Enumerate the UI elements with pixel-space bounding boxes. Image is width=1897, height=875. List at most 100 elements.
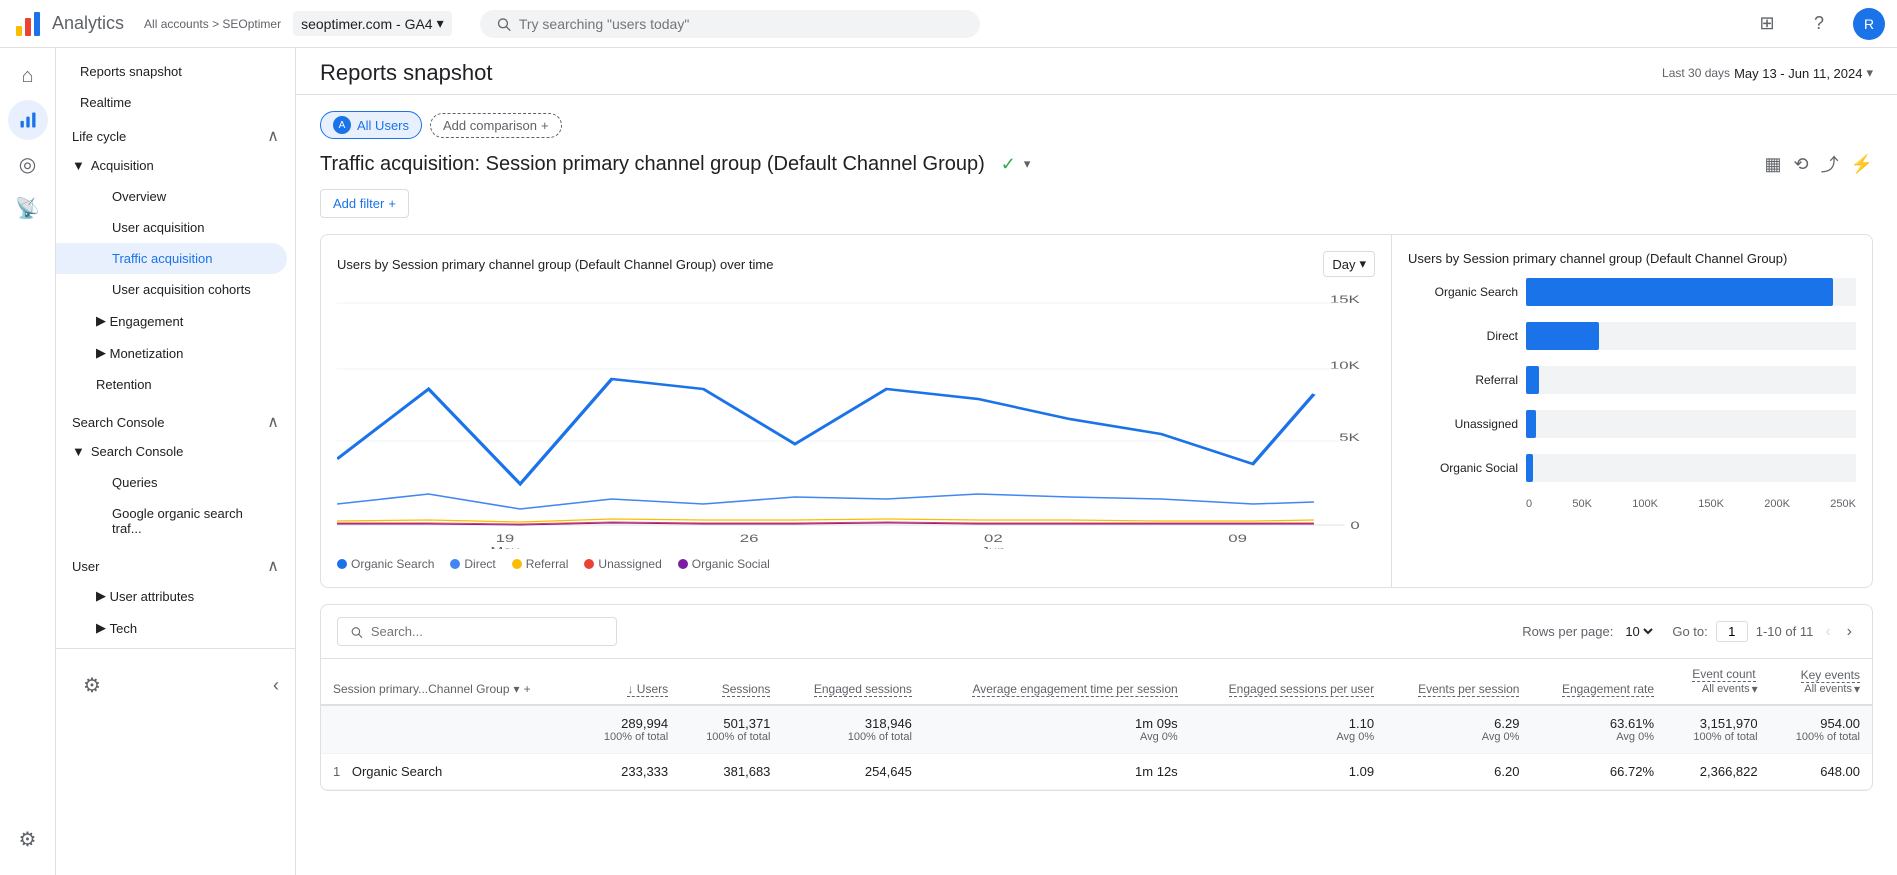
help-icon[interactable]: ? bbox=[1801, 6, 1837, 42]
expand-icon2: ▶ bbox=[96, 345, 106, 361]
key-events-dropdown[interactable]: ▾ bbox=[1854, 682, 1860, 696]
col-events-per-session[interactable]: Events per session bbox=[1386, 659, 1531, 705]
col-key-events[interactable]: Key events All events ▾ bbox=[1770, 659, 1872, 705]
sidebar-user-acquisition[interactable]: User acquisition bbox=[56, 212, 287, 243]
nav-admin-btn[interactable]: ⚙ bbox=[8, 819, 48, 859]
more-icon[interactable]: ⚡ bbox=[1851, 154, 1873, 175]
col-engagement-rate[interactable]: Engagement rate bbox=[1531, 659, 1666, 705]
sidebar-reports-snapshot[interactable]: Reports snapshot bbox=[56, 56, 287, 87]
bar-chart-icon bbox=[18, 110, 38, 130]
sidebar-queries[interactable]: Queries bbox=[56, 467, 287, 498]
rows-per-page-select[interactable]: 10 25 50 bbox=[1621, 623, 1656, 640]
svg-text:19: 19 bbox=[496, 533, 515, 545]
col-users[interactable]: ↓ Users bbox=[578, 659, 680, 705]
col-avg-engagement[interactable]: Average engagement time per session bbox=[924, 659, 1190, 705]
total-users: 289,994 100% of total bbox=[578, 705, 680, 754]
svg-text:Jun: Jun bbox=[981, 545, 1006, 549]
sc-collapse-dot: ▼ bbox=[72, 444, 85, 459]
nav-explore-btn[interactable]: ◎ bbox=[8, 144, 48, 184]
row-1-avg-engagement: 1m 12s bbox=[924, 754, 1190, 790]
nav-advertising-btn[interactable]: 📡 bbox=[8, 188, 48, 228]
table-search-input[interactable] bbox=[371, 624, 604, 639]
search-icon bbox=[496, 16, 511, 32]
line-chart-section: Users by Session primary channel group (… bbox=[321, 235, 1392, 587]
col-engaged-per-user[interactable]: Engaged sessions per user bbox=[1190, 659, 1386, 705]
sidebar: Reports snapshot Realtime Life cycle ∧ ▼… bbox=[56, 48, 296, 875]
property-selector[interactable]: seoptimer.com - GA4 ▾ bbox=[293, 11, 452, 36]
search-input[interactable] bbox=[519, 16, 964, 32]
col-engaged-sessions[interactable]: Engaged sessions bbox=[782, 659, 924, 705]
bar-label-1: Direct bbox=[1408, 329, 1518, 343]
sidebar-engagement[interactable]: ▶ Engagement bbox=[56, 305, 287, 337]
content-area: A All Users Add comparison + Traffic acq… bbox=[296, 95, 1897, 807]
chart-type-icon[interactable]: ▦ bbox=[1764, 154, 1781, 175]
all-users-chip[interactable]: A All Users bbox=[320, 111, 422, 139]
data-table-inner: Session primary...Channel Group ▾ + ↓ Us… bbox=[321, 659, 1872, 790]
filter-bar: Add filter + bbox=[320, 189, 1873, 218]
row-1-sessions: 381,683 bbox=[680, 754, 782, 790]
row-1-key-events: 648.00 bbox=[1770, 754, 1872, 790]
legend-direct: Direct bbox=[450, 557, 495, 571]
sidebar-google-organic[interactable]: Google organic search traf... bbox=[56, 498, 287, 544]
row-1-engagement-rate: 66.72% bbox=[1531, 754, 1666, 790]
prev-page-btn[interactable]: ‹ bbox=[1821, 619, 1834, 645]
bar-label-4: Organic Social bbox=[1408, 461, 1518, 475]
event-count-dropdown[interactable]: ▾ bbox=[1752, 682, 1758, 696]
bar-track-3 bbox=[1526, 410, 1856, 438]
sidebar-overview[interactable]: Overview bbox=[56, 181, 287, 212]
sidebar-user-attributes[interactable]: ▶ User attributes bbox=[56, 580, 287, 612]
sidebar-cohorts[interactable]: User acquisition cohorts bbox=[56, 274, 287, 305]
col-channel[interactable]: Session primary...Channel Group ▾ + bbox=[321, 659, 578, 705]
add-comparison-btn[interactable]: Add comparison + bbox=[430, 113, 562, 138]
user-section-header[interactable]: User ∧ bbox=[56, 548, 295, 580]
pagination: Go to: 1-10 of 11 ‹ › bbox=[1672, 619, 1856, 645]
bar-row-2: Referral bbox=[1408, 366, 1856, 394]
avatar[interactable]: R bbox=[1853, 8, 1885, 40]
nav-home-btn[interactable]: ⌂ bbox=[8, 56, 48, 96]
apps-icon[interactable]: ⊞ bbox=[1749, 6, 1785, 42]
total-events-per-session: 6.29 Avg 0% bbox=[1386, 705, 1531, 754]
legend-organic-social: Organic Social bbox=[678, 557, 770, 571]
sidebar-admin-btn[interactable]: ⚙ bbox=[72, 665, 112, 705]
expand-icon: ▶ bbox=[96, 313, 106, 329]
sidebar-tech[interactable]: ▶ Tech bbox=[56, 612, 287, 644]
table-search[interactable] bbox=[337, 617, 617, 646]
svg-text:0: 0 bbox=[1350, 520, 1359, 532]
search-console-chevron: ∧ bbox=[267, 412, 279, 432]
search-console-section-header[interactable]: Search Console ∧ bbox=[56, 404, 295, 436]
acquisition-collapse[interactable]: ▼ Acquisition bbox=[56, 150, 295, 181]
bar-fill-3 bbox=[1526, 410, 1536, 438]
sidebar-monetization[interactable]: ▶ Monetization bbox=[56, 337, 287, 369]
search-console-collapse[interactable]: ▼ Search Console bbox=[56, 436, 295, 467]
col-channel-dropdown[interactable]: ▾ bbox=[514, 682, 520, 696]
sidebar-collapse-btn[interactable]: ‹ bbox=[273, 675, 279, 696]
sidebar-traffic-acquisition[interactable]: Traffic acquisition bbox=[56, 243, 287, 274]
compare-icon[interactable]: ⟲ bbox=[1793, 154, 1808, 175]
share-icon[interactable]: ⤴ bbox=[1821, 151, 1839, 177]
search-bar[interactable] bbox=[480, 10, 980, 38]
title-dropdown-icon[interactable]: ▾ bbox=[1024, 156, 1031, 172]
sidebar-retention[interactable]: Retention bbox=[56, 369, 287, 400]
report-actions: ▦ ⟲ ⤴ ⚡ bbox=[1764, 151, 1873, 177]
next-page-btn[interactable]: › bbox=[1843, 619, 1856, 645]
nav-reports-btn[interactable] bbox=[8, 100, 48, 140]
period-selector[interactable]: Day ▾ bbox=[1323, 251, 1375, 277]
bar-fill-4 bbox=[1526, 454, 1533, 482]
sidebar-realtime[interactable]: Realtime bbox=[56, 87, 287, 118]
col-event-count[interactable]: Event count All events ▾ bbox=[1666, 659, 1770, 705]
account-path: All accounts > SEOptimer bbox=[144, 17, 281, 31]
svg-text:May: May bbox=[491, 545, 520, 549]
date-value: May 13 - Jun 11, 2024 bbox=[1734, 66, 1862, 81]
legend-dot-organic bbox=[337, 559, 347, 569]
bar-label-2: Referral bbox=[1408, 373, 1518, 387]
col-channel-add[interactable]: + bbox=[524, 682, 531, 696]
legend-dot-social bbox=[678, 559, 688, 569]
legend-organic-search: Organic Search bbox=[337, 557, 434, 571]
add-filter-btn[interactable]: Add filter + bbox=[320, 189, 409, 218]
table-header-row: Session primary...Channel Group ▾ + ↓ Us… bbox=[321, 659, 1872, 705]
lifecycle-header[interactable]: Life cycle ∧ bbox=[56, 118, 295, 150]
table-toolbar: Rows per page: 10 25 50 Go to: 1-10 of 1… bbox=[321, 605, 1872, 659]
page-input[interactable] bbox=[1716, 621, 1748, 642]
col-sessions[interactable]: Sessions bbox=[680, 659, 782, 705]
date-range-selector[interactable]: Last 30 days May 13 - Jun 11, 2024 ▾ bbox=[1662, 65, 1873, 81]
